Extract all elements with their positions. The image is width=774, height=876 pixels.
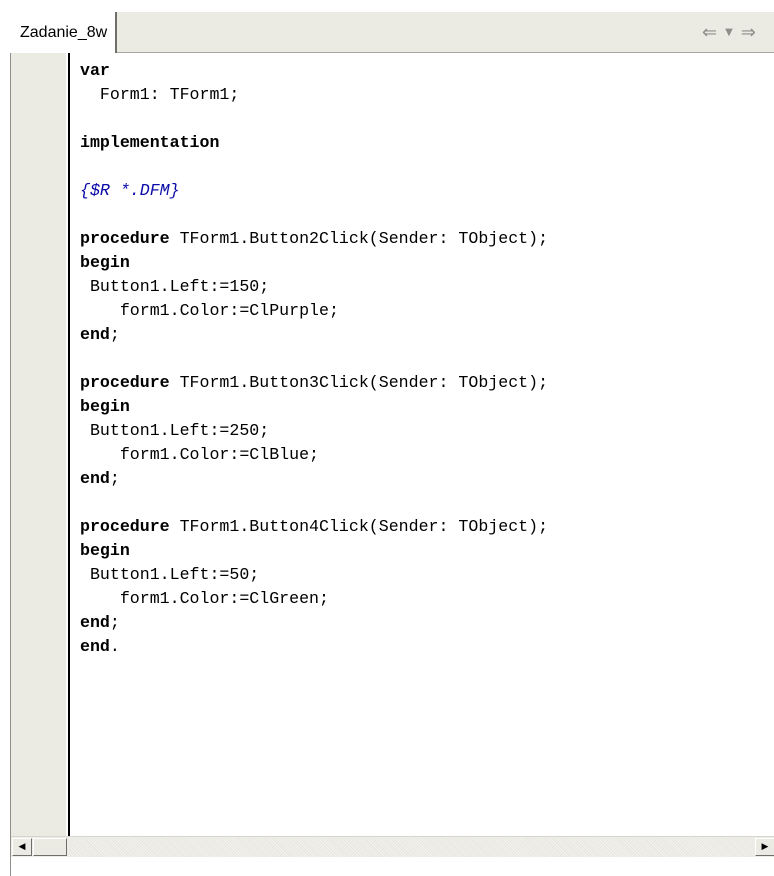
code-line: begin: [80, 395, 548, 419]
code-line: {$R *.DFM}: [80, 179, 548, 203]
code-line: Form1: TForm1;: [80, 83, 548, 107]
scroll-right-arrow-icon: ▶: [761, 842, 769, 852]
navigation-buttons: ⇐ ▼ ⇒: [684, 12, 774, 52]
code-line: end;: [80, 323, 548, 347]
code-line: var: [80, 59, 548, 83]
code-text: Button1.Left:=250;: [80, 421, 270, 440]
code-line: implementation: [80, 131, 548, 155]
scrollbar-thumb[interactable]: [33, 838, 67, 856]
code-text: Button1.Left:=150;: [80, 277, 270, 296]
keyword: begin: [80, 253, 130, 272]
compiler-directive: {$R *.DFM}: [80, 181, 180, 200]
code-line: procedure TForm1.Button2Click(Sender: TO…: [80, 227, 548, 251]
code-line: procedure TForm1.Button3Click(Sender: TO…: [80, 371, 548, 395]
code-line: Button1.Left:=150;: [80, 275, 548, 299]
dropdown-arrow-icon[interactable]: ▼: [725, 27, 733, 38]
keyword: procedure: [80, 229, 170, 248]
code-text: form1.Color:=ClBlue;: [80, 445, 319, 464]
code-text: form1.Color:=ClPurple;: [80, 301, 339, 320]
keyword: end: [80, 613, 110, 632]
code-editor[interactable]: var Form1: TForm1; implementation {$R *.DF…: [10, 53, 774, 876]
editor-gutter[interactable]: [11, 53, 66, 836]
keyword: end: [80, 637, 110, 656]
code-line: procedure TForm1.Button4Click(Sender: TO…: [80, 515, 548, 539]
code-text: Form1: TForm1;: [80, 85, 240, 104]
gutter-divider: [68, 53, 70, 836]
scroll-left-button[interactable]: ◀: [12, 838, 32, 856]
code-line: form1.Color:=ClPurple;: [80, 299, 548, 323]
code-text: form1.Color:=ClGreen;: [80, 589, 329, 608]
keyword: begin: [80, 541, 130, 560]
code-text: ;: [109, 469, 120, 488]
keyword: procedure: [80, 517, 170, 536]
editor-tab-strip: Zadanie_8w ⇐ ▼ ⇒: [10, 12, 774, 53]
code-text: Button1.Left:=50;: [80, 565, 260, 584]
code-text: ;: [109, 613, 120, 632]
code-line: form1.Color:=ClBlue;: [80, 443, 548, 467]
code-line: Button1.Left:=250;: [80, 419, 548, 443]
keyword: implementation: [80, 133, 220, 152]
forward-arrow-icon[interactable]: ⇒: [741, 22, 756, 43]
tab-zadanie-8w[interactable]: Zadanie_8w: [10, 12, 118, 53]
back-arrow-icon[interactable]: ⇐: [702, 22, 717, 43]
tab-label: Zadanie_8w: [20, 23, 108, 41]
keyword: end: [80, 325, 110, 344]
code-text: TForm1.Button3Click(Sender: TObject);: [169, 373, 549, 392]
code-area[interactable]: var Form1: TForm1; implementation {$R *.DF…: [80, 59, 548, 659]
code-text: ;: [109, 325, 120, 344]
code-text: TForm1.Button4Click(Sender: TObject);: [169, 517, 549, 536]
code-line: end.: [80, 635, 548, 659]
code-line: end;: [80, 467, 548, 491]
code-text: TForm1.Button2Click(Sender: TObject);: [169, 229, 549, 248]
code-line: begin: [80, 251, 548, 275]
scroll-left-arrow-icon: ◀: [18, 842, 26, 852]
code-line: Button1.Left:=50;: [80, 563, 548, 587]
horizontal-scrollbar[interactable]: ◀ ▶: [11, 836, 774, 857]
code-line: form1.Color:=ClGreen;: [80, 587, 548, 611]
scroll-right-button[interactable]: ▶: [755, 838, 774, 856]
keyword: begin: [80, 397, 130, 416]
keyword: end: [80, 469, 110, 488]
code-line: end;: [80, 611, 548, 635]
code-text: .: [109, 637, 120, 656]
keyword: var: [80, 61, 110, 80]
keyword: procedure: [80, 373, 170, 392]
code-line: begin: [80, 539, 548, 563]
